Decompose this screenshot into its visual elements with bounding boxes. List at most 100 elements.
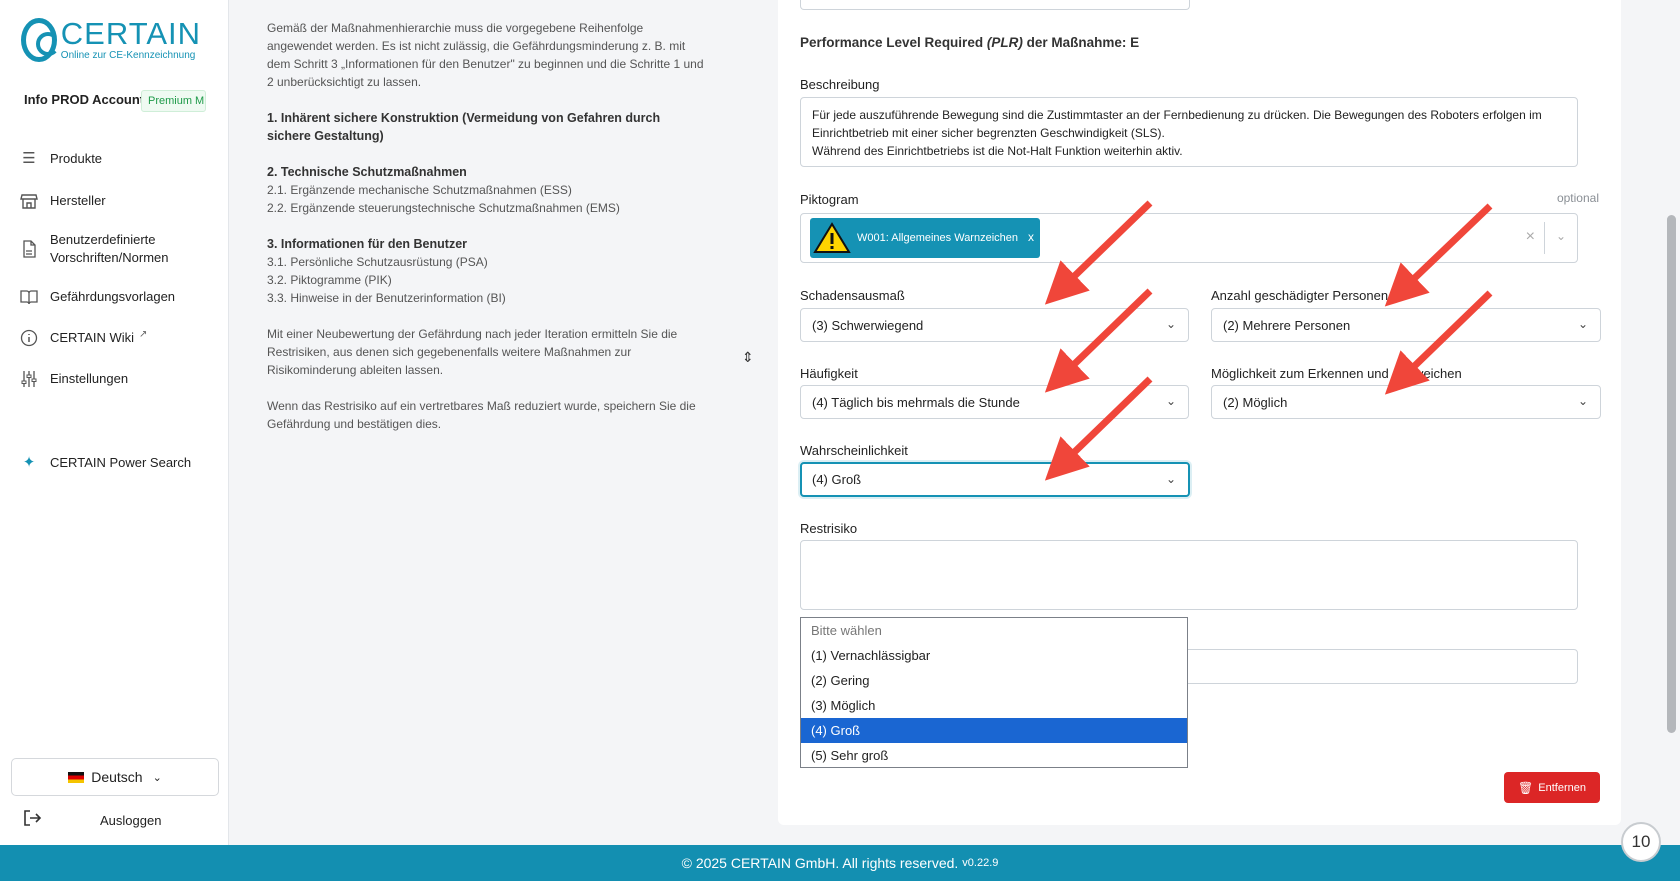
frequency-select[interactable]: (4) Täglich bis mehrmals die Stunde ⌄ [800,385,1189,419]
plr-value: E [1130,35,1140,50]
probability-select[interactable]: (4) Groß ⌄ [800,462,1190,497]
sliders-icon [20,370,38,388]
measure-hierarchy-guide: Gemäß der Maßnahmenhierarchie muss die v… [267,19,707,451]
remove-chip-icon[interactable]: x [1028,230,1034,244]
avoidance-select[interactable]: (2) Möglich ⌄ [1211,385,1601,419]
certain-logo[interactable]: CERTAIN Online zur CE-Kennzeichnung [21,17,201,63]
sidebar-item-settings[interactable]: Einstellungen [20,370,128,388]
plr-heading: Performance Level Required (PLR) der Maß… [800,35,1139,50]
dropdown-option[interactable]: (5) Sehr groß [801,743,1187,768]
guide-step-3: 3. Informationen für den Benutzer [267,237,468,251]
previous-field[interactable] [800,0,1190,10]
sidebar-item-manufacturer[interactable]: Hersteller [20,192,106,210]
guide-step-3-3: 3.3. Hinweise in der Benutzerinformation… [267,291,506,305]
language-select[interactable]: Deutsch ⌄ [11,758,219,796]
residual-risk-textarea[interactable] [800,540,1578,610]
description-textarea[interactable]: Für jede auszuführende Bewegung sind die… [800,97,1578,167]
description-label: Beschreibung [800,77,880,92]
pictogram-chip[interactable]: W001: Allgemeines Warnzeichen x [810,218,1040,258]
germany-flag-icon [68,771,85,783]
notification-count-badge[interactable]: 10 [1621,822,1661,862]
residual-risk-label: Restrisiko [800,521,858,536]
info-icon [20,329,38,347]
dropdown-option[interactable]: (2) Gering [801,668,1187,693]
frequency-label: Häufigkeit [800,366,858,381]
guide-step-3-1: 3.1. Persönliche Schutzausrüstung (PSA) [267,255,488,269]
persons-value: (2) Mehrere Personen [1223,318,1351,333]
damage-label: Schadensausmaß [800,288,905,303]
logout-button[interactable]: Ausloggen [22,808,161,833]
pictogram-label: Piktogram [800,192,859,207]
logout-icon [22,808,44,833]
dropdown-option[interactable]: (3) Möglich [801,693,1187,718]
plan-badge: Premium M [141,90,206,112]
trash-icon: 🗑 [1518,780,1534,795]
guide-paragraph-reassessment: Mit einer Neubewertung der Gefährdung na… [267,327,678,377]
divider [1544,222,1545,254]
guide-step-2: 2. Technische Schutzmaßnahmen [267,165,467,179]
logout-label: Ausloggen [100,813,162,828]
sidebar-item-label: Produkte [50,151,103,166]
certain-logo-icon [21,18,60,62]
expand-collapse-icon[interactable]: ⇕ [742,349,754,366]
sidebar-item-certain-wiki[interactable]: CERTAIN Wiki ↗ [20,329,147,347]
pictogram-multiselect[interactable]: W001: Allgemeines Warnzeichen x × ⌄ [800,213,1578,263]
probability-label: Wahrscheinlichkeit [800,443,908,458]
scrollbar-thumb[interactable] [1667,215,1676,733]
damage-select[interactable]: (3) Schwerwiegend ⌄ [800,308,1189,342]
footer: © 2025 CERTAIN GmbH. All rights reserved… [0,845,1680,881]
language-label: Deutsch [91,769,143,785]
probability-dropdown-list: Bitte wählen (1) Vernachlässigbar (2) Ge… [800,617,1188,768]
clear-icon[interactable]: × [1526,228,1535,246]
remove-button-label: Entfernen [1538,781,1586,794]
sparkles-icon: ✦ [22,454,36,471]
book-icon [20,288,38,306]
dropdown-option-selected[interactable]: (4) Groß [801,718,1187,743]
page-scrollbar[interactable] [1663,0,1680,845]
persons-label: Anzahl geschädigter Personen [1211,288,1389,303]
guide-step-2-1: 2.1. Ergänzende mechanische Schutzmaßnah… [267,183,572,197]
logo-subtitle: Online zur CE-Kennzeichnung [60,50,196,61]
avoidance-label: Möglichkeit zum Erkennen und Ausweichen [1211,366,1462,381]
sidebar-item-hazard-templates[interactable]: Gefährdungsvorlagen [20,288,175,306]
dropdown-placeholder[interactable]: Bitte wählen [801,618,1187,643]
guide-paragraph-save: Wenn das Restrisiko auf ein vertretbares… [267,399,696,431]
guide-step-3-2: 3.2. Piktogramme (PIK) [267,273,392,287]
logo-brand: CERTAIN [60,16,201,51]
sidebar-item-label: Benutzerdefinierte Vorschriften/Normen [50,232,169,265]
pictogram-chip-label: W001: Allgemeines Warnzeichen [857,232,1019,244]
chevron-down-icon: ⌄ [1165,472,1176,486]
probability-value: (4) Groß [812,472,862,487]
plr-prefix: Performance Level Required [800,35,987,50]
sidebar: CERTAIN Online zur CE-Kennzeichnung Info… [0,0,229,845]
chevron-down-icon[interactable]: ⌄ [1556,229,1566,243]
store-icon [20,192,38,210]
guide-step-2-2: 2.2. Ergänzende steuerungstechnische Sch… [267,201,620,215]
sidebar-item-label: Gefährdungsvorlagen [50,289,176,304]
chevron-down-icon: ⌄ [1577,317,1588,331]
frequency-value: (4) Täglich bis mehrmals die Stunde [812,395,1020,410]
chevron-down-icon: ⌄ [1577,394,1588,408]
sidebar-item-products[interactable]: ☰ Produkte [20,150,102,168]
guide-intro: Gemäß der Maßnahmenhierarchie muss die v… [267,21,704,89]
remove-button[interactable]: 🗑 Entfernen [1504,772,1600,803]
list-icon: ☰ [22,150,36,167]
avoidance-value: (2) Möglich [1223,395,1288,410]
footer-version: v0.22.9 [962,857,999,869]
plr-suffix: der Maßnahme: [1022,35,1131,50]
document-icon [20,240,38,258]
account-name: Info PROD Account [24,92,145,107]
sidebar-item-label: Hersteller [50,193,106,208]
sidebar-item-label: CERTAIN Wiki [50,330,135,345]
sidebar-item-custom-standards[interactable]: Benutzerdefinierte Vorschriften/Normen [20,231,190,267]
damage-value: (3) Schwerwiegend [812,318,924,333]
optional-label: optional [1556,191,1599,205]
footer-copyright: © 2025 CERTAIN GmbH. All rights reserved… [681,855,959,871]
dropdown-option[interactable]: (1) Vernachlässigbar [801,643,1187,668]
sidebar-item-power-search[interactable]: ✦ CERTAIN Power Search [20,454,191,472]
sidebar-item-label: CERTAIN Power Search [50,455,192,470]
persons-select[interactable]: (2) Mehrere Personen ⌄ [1211,308,1601,342]
external-link-icon: ↗ [139,329,148,340]
chevron-down-icon: ⌄ [1165,394,1176,408]
warning-triangle-icon [813,222,851,254]
